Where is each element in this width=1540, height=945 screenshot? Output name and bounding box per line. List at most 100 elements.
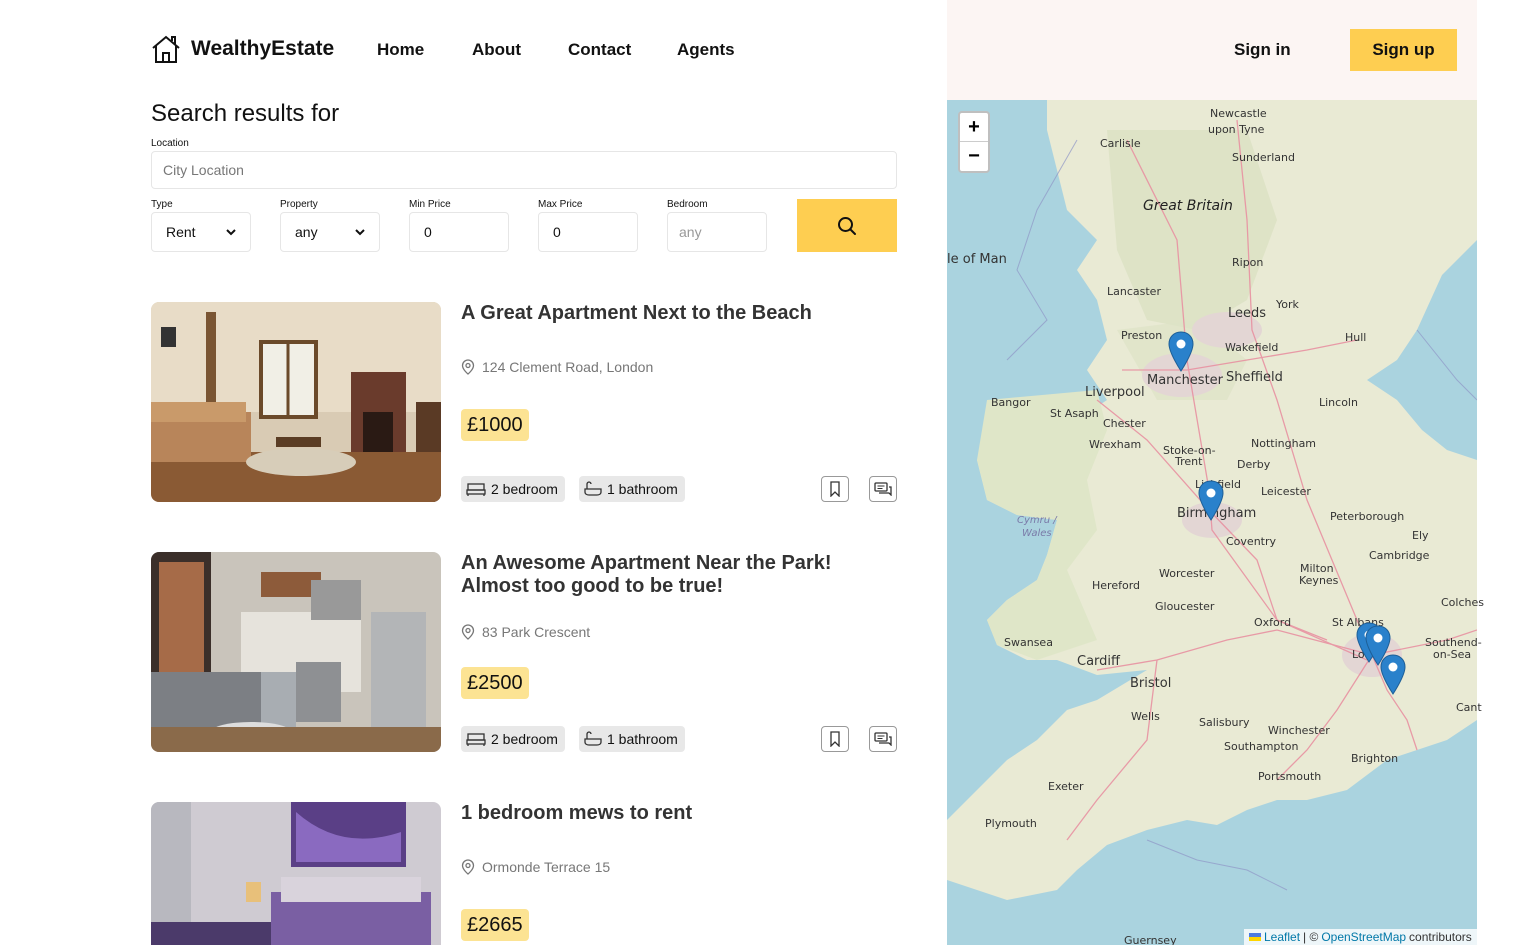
map-zoom-control: + − [958, 111, 990, 173]
map-label-winchester: Winchester [1268, 724, 1330, 737]
bookmark-icon [830, 481, 840, 497]
zoom-out-button[interactable]: − [960, 142, 988, 171]
listing-address-text: 83 Park Crescent [482, 624, 591, 640]
leaflet-link[interactable]: Leaflet [1264, 930, 1300, 944]
location-pin-icon [461, 624, 475, 640]
map-label-leeds: Leeds [1228, 306, 1267, 321]
map-label-nottingham: Nottingham [1251, 437, 1317, 450]
max-price-label: Max Price [538, 199, 583, 210]
listing-title[interactable]: An Awesome Apartment Near the Park! Almo… [461, 552, 881, 598]
map-label-trent: Trent [1175, 455, 1203, 468]
map-label-derby: Derby [1237, 458, 1271, 471]
listing-card[interactable]: An Awesome Apartment Near the Park! Almo… [151, 552, 897, 752]
chat-button[interactable] [869, 726, 897, 752]
ukraine-flag-icon [1249, 933, 1261, 941]
bathroom-feature-text: 1 bathroom [607, 481, 678, 497]
map-label-gloucester: Gloucester [1155, 600, 1215, 613]
map-attribution: Leaflet | © OpenStreetMap contributors [1244, 929, 1477, 945]
sign-in-link[interactable]: Sign in [1234, 40, 1291, 60]
listing-title[interactable]: A Great Apartment Next to the Beach [461, 302, 881, 325]
listing-image[interactable] [151, 302, 441, 502]
bathroom-feature-text: 1 bathroom [607, 731, 678, 747]
map-label-bangor: Bangor [991, 396, 1031, 409]
brand-logo[interactable]: WealthyEstate [151, 34, 334, 64]
save-button[interactable] [821, 726, 849, 752]
map-label-oxford: Oxford [1254, 616, 1292, 629]
map-label-lancaster: Lancaster [1107, 285, 1161, 298]
listing-image[interactable] [151, 802, 441, 945]
search-button[interactable] [797, 199, 897, 252]
chevron-down-icon [355, 229, 365, 236]
map-label-sheffield: Sheffield [1226, 370, 1283, 385]
map-label-worcester: Worcester [1159, 567, 1215, 580]
property-select[interactable]: any [280, 212, 380, 252]
type-value: Rent [166, 224, 196, 240]
map-label-portsmouth: Portsmouth [1258, 770, 1322, 783]
map-label-sunderland: Sunderland [1232, 151, 1295, 164]
chevron-down-icon [226, 229, 236, 236]
sign-up-button[interactable]: Sign up [1350, 29, 1457, 71]
listing-card[interactable]: A Great Apartment Next to the Beach 124 … [151, 302, 897, 502]
location-pin-icon [461, 359, 475, 375]
listing-card[interactable]: 1 bedroom mews to rent Ormonde Terrace 1… [151, 802, 897, 945]
min-price-label: Min Price [409, 199, 451, 210]
listing-price: £2665 [461, 909, 529, 941]
map-label-cardiff: Cardiff [1077, 654, 1120, 669]
map-label-st-asaph: St Asaph [1050, 407, 1099, 420]
listing-title[interactable]: 1 bedroom mews to rent [461, 802, 881, 825]
map-label-chester: Chester [1103, 417, 1146, 430]
map-label-wakefield: Wakefield [1225, 341, 1279, 354]
chat-button[interactable] [869, 476, 897, 502]
bed-icon [466, 733, 486, 746]
map-label-wales: Wales [1022, 528, 1052, 539]
map-label-york: York [1276, 298, 1299, 311]
nav-home-link[interactable]: Home [377, 40, 424, 60]
map-label-hereford: Hereford [1092, 579, 1141, 592]
bathroom-feature: 1 bathroom [579, 476, 685, 502]
type-select[interactable]: Rent [151, 212, 251, 252]
map-label-plymouth: Plymouth [985, 817, 1037, 830]
map-label-exeter: Exeter [1048, 780, 1084, 793]
map-marker-icon[interactable] [1168, 331, 1194, 372]
bathroom-feature: 1 bathroom [579, 726, 685, 752]
map-marker-icon[interactable] [1198, 480, 1224, 521]
openstreetmap-link[interactable]: OpenStreetMap [1321, 930, 1406, 944]
location-label: Location [151, 138, 189, 149]
listing-image[interactable] [151, 552, 441, 752]
max-price-value: 0 [553, 224, 561, 240]
bedroom-feature-text: 2 bedroom [491, 481, 558, 497]
bedroom-input[interactable]: any [667, 212, 767, 252]
zoom-in-button[interactable]: + [960, 113, 988, 142]
listing-address: 83 Park Crescent [461, 624, 590, 640]
nav-agents-link[interactable]: Agents [677, 40, 735, 60]
brand-name: WealthyEstate [191, 37, 335, 60]
min-price-input[interactable]: 0 [409, 212, 509, 252]
nav-contact-link[interactable]: Contact [568, 40, 631, 60]
bedroom-feature-text: 2 bedroom [491, 731, 558, 747]
nav-about-link[interactable]: About [472, 40, 521, 60]
max-price-input[interactable]: 0 [538, 212, 638, 252]
map-label-liverpool: Liverpool [1085, 385, 1145, 400]
listing-address-text: 124 Clement Road, London [482, 359, 654, 375]
map-label-hull: Hull [1345, 331, 1367, 344]
listing-price: £2500 [461, 667, 529, 699]
search-icon [838, 216, 856, 235]
map-label-lincoln: Lincoln [1319, 396, 1358, 409]
location-input[interactable]: City Location [151, 151, 897, 189]
listing-address: 124 Clement Road, London [461, 359, 653, 375]
listing-address-text: Ormonde Terrace 15 [482, 859, 611, 875]
map-label-keynes: Keynes [1299, 574, 1339, 587]
search-title: Search results for [151, 100, 340, 127]
map-label-peterborough: Peterborough [1330, 510, 1405, 523]
map-label-on-sea: on-Sea [1433, 648, 1472, 661]
map-label-canterbury: Cant [1456, 701, 1482, 714]
map-label-ely: Ely [1412, 529, 1429, 542]
bedroom-feature: 2 bedroom [461, 476, 565, 502]
save-button[interactable] [821, 476, 849, 502]
map-marker-icon[interactable] [1380, 654, 1406, 695]
map-label-preston: Preston [1121, 329, 1163, 342]
map-label-swansea: Swansea [1004, 636, 1053, 649]
map-label-great-britain: Great Britain [1143, 198, 1233, 214]
map-label-coventry: Coventry [1226, 535, 1277, 548]
property-value: any [295, 224, 318, 240]
